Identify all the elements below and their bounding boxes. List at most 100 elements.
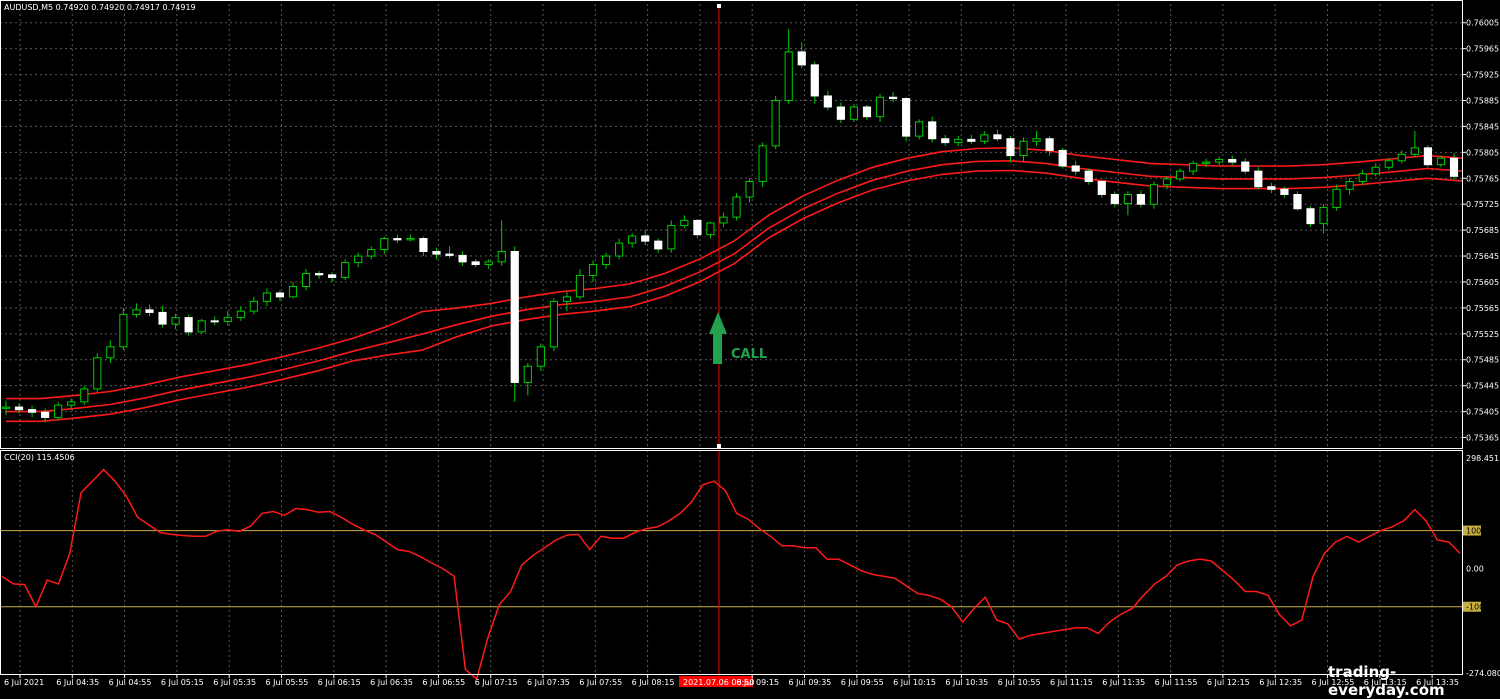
candle-body — [954, 138, 963, 144]
time-tick-label: 6 Jul 06:35 — [370, 678, 413, 687]
candle-body — [80, 388, 89, 403]
time-tick-label: 6 Jul 08:15 — [632, 678, 675, 687]
time-tick-label: 6 Jul 04:35 — [56, 678, 99, 687]
candle-body — [1228, 158, 1237, 163]
candle-body — [654, 240, 663, 250]
candle-body — [510, 251, 519, 383]
candle-body — [1449, 157, 1459, 177]
candle-body — [1241, 161, 1250, 172]
candle-body — [849, 106, 859, 120]
candle-body — [902, 98, 911, 137]
candle-body — [497, 251, 506, 263]
candle-body — [275, 292, 285, 298]
price-tick-label: 0.75405 — [1466, 408, 1499, 417]
time-tick-label: 6 Jul 09:35 — [789, 678, 832, 687]
candle-body — [1136, 193, 1146, 205]
candle-body — [641, 235, 650, 242]
candle-body — [810, 64, 819, 97]
candle-body — [1319, 206, 1328, 225]
candle-body — [197, 320, 206, 333]
candle-body — [171, 317, 180, 325]
candle-body — [1345, 181, 1354, 190]
candle-body — [575, 274, 585, 298]
candle-body — [758, 145, 767, 183]
time-tick-label: 6 Jul 07:35 — [527, 678, 570, 687]
candle-body — [210, 320, 219, 323]
candle-body — [562, 296, 572, 302]
candle-body — [915, 121, 924, 137]
price-tick-label: 0.75965 — [1466, 45, 1499, 54]
candle-body — [471, 261, 480, 265]
candle-body — [1123, 193, 1132, 205]
candle-body — [249, 300, 258, 312]
candle-body — [1358, 173, 1367, 183]
candle-body — [1162, 178, 1172, 186]
candle-body — [1267, 186, 1276, 190]
candle-body — [1, 406, 11, 409]
price-tick-label: 0.75565 — [1466, 304, 1499, 313]
candle-body — [888, 96, 898, 100]
price-tick-label: 0.75485 — [1466, 356, 1499, 365]
candle-body — [223, 317, 232, 323]
candle-body — [236, 310, 245, 319]
time-tick-label: 6 Jul 05:15 — [161, 678, 204, 687]
candle-body — [184, 317, 193, 333]
price-tick-label: 0.76005 — [1466, 19, 1499, 28]
time-tick-label: 6 Jul 2021 — [4, 678, 44, 687]
candle-body — [771, 99, 780, 147]
candle-body — [262, 292, 271, 302]
price-tick-label: 0.75605 — [1466, 278, 1499, 287]
candle-body — [836, 106, 845, 120]
price-tick-label: 0.75645 — [1466, 252, 1499, 261]
cci-tick-label: -100 — [1466, 603, 1484, 612]
cci-tick-label: 0.00 — [1466, 565, 1484, 574]
time-tick-label: 6 Jul 07:15 — [475, 678, 518, 687]
candle-body — [1293, 193, 1302, 210]
candle-body — [980, 134, 989, 142]
price-tick-label: 0.75845 — [1466, 122, 1499, 131]
candle-body — [406, 238, 415, 241]
price-tick-label: 0.75445 — [1466, 382, 1499, 391]
candle-body — [732, 196, 741, 218]
candle-body — [67, 401, 76, 406]
price-tick-label: 0.75805 — [1466, 148, 1499, 157]
chart-canvas: 0.76005 0.75965 0.75925 0.75885 0.75845 0.758… — [0, 0, 1500, 690]
candle-body — [680, 219, 689, 227]
time-tick-label: 6 Jul 06:55 — [422, 678, 465, 687]
candle-body — [288, 286, 298, 298]
candle-body — [862, 106, 872, 118]
candle-body — [380, 238, 389, 251]
time-tick-label: 6 Jul 10:35 — [945, 678, 988, 687]
candle-body — [445, 253, 454, 256]
candle-body — [784, 51, 793, 101]
time-tick-label: 6 Jul 05:55 — [266, 678, 309, 687]
candle-body — [1149, 184, 1159, 205]
time-tick-label: 6 Jul 10:15 — [893, 678, 936, 687]
candle-body — [1175, 170, 1185, 180]
time-tick-label: 6 Jul 09:15 — [736, 678, 779, 687]
candle-body — [1189, 162, 1198, 172]
candle-body — [1019, 140, 1028, 157]
candle-body — [41, 411, 50, 418]
candle-body — [1410, 147, 1419, 155]
candle-body — [367, 249, 376, 257]
candle-body — [28, 409, 37, 413]
time-tick-label: 6 Jul 12:35 — [1259, 678, 1302, 687]
candle-body — [106, 346, 115, 359]
candle-body — [93, 357, 102, 390]
candle-body — [941, 138, 950, 144]
candle-body — [588, 263, 598, 276]
time-tick-label: 6 Jul 04:55 — [109, 678, 152, 687]
candle-body — [745, 181, 754, 198]
candle-body — [328, 274, 337, 278]
candle-body — [967, 138, 976, 142]
price-tick-label: 0.75365 — [1466, 434, 1499, 443]
candle-body — [628, 235, 637, 244]
time-tick-label: 6 Jul 12:15 — [1207, 678, 1250, 687]
candle-body — [1045, 138, 1054, 151]
candle-body — [14, 406, 24, 411]
cursor-marker — [717, 444, 721, 448]
time-tick-label: 6 Jul 11:15 — [1050, 678, 1093, 687]
candle-body — [354, 255, 363, 264]
candle-body — [928, 121, 937, 140]
